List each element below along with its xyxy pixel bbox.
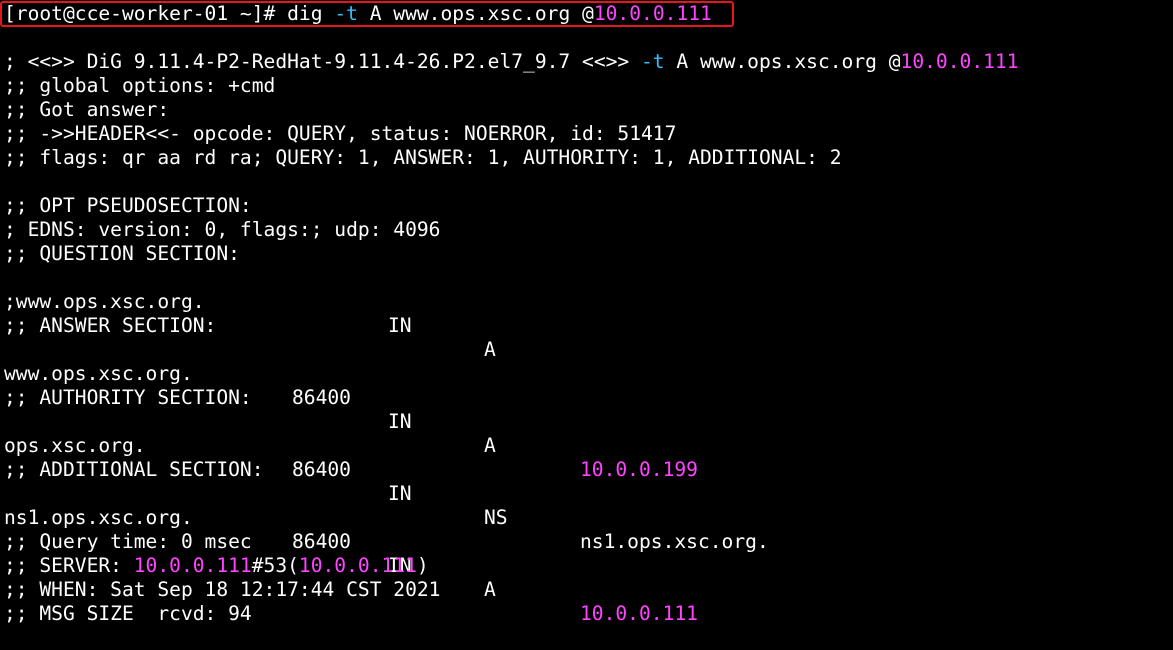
authority-ttl: 86400 <box>292 458 351 481</box>
question-section-title: ;; QUESTION SECTION: <box>4 242 240 265</box>
flags-line: ;; flags: qr aa rd ra; QUERY: 1, ANSWER:… <box>4 146 842 169</box>
server-prefix: ;; SERVER: <box>4 554 134 577</box>
command-server-ip: 10.0.0.111 <box>593 2 712 25</box>
command-args: A www.ops.xsc.org @ <box>357 2 594 25</box>
command-line: [root@cce-worker-01 ~]# dig -t A www.ops… <box>4 2 712 26</box>
edns-line: ; EDNS: version: 0, flags:; udp: 4096 <box>4 218 441 241</box>
server-line: ;; SERVER: 10.0.0.111#53(10.0.0.111) <box>4 554 429 578</box>
authority-section-title: ;; AUTHORITY SECTION: <box>4 386 252 409</box>
dig-banner: ; <<>> DiG 9.11.4-P2-RedHat-9.11.4-26.P2… <box>4 50 1019 74</box>
banner-flag: -t <box>641 50 665 73</box>
answer-ttl: 86400 <box>292 386 351 409</box>
answer-record-row: www.ops.xsc.org. 86400 IN A 10.0.0.199 <box>0 338 1173 481</box>
banner-server-ip: 10.0.0.111 <box>900 50 1019 73</box>
question-class: IN <box>388 314 412 337</box>
authority-record-row: ops.xsc.org. 86400 IN NS ns1.ops.xsc.org… <box>0 410 1173 553</box>
global-options-line: ;; global options: +cmd <box>4 74 276 97</box>
authority-name: ops.xsc.org. <box>4 434 146 457</box>
server-close-paren: ) <box>416 554 429 577</box>
answer-section-title: ;; ANSWER SECTION: <box>4 314 217 337</box>
additional-type: A <box>484 578 496 601</box>
opt-section-title: ;; OPT PSEUDOSECTION: <box>4 194 252 217</box>
additional-value: 10.0.0.111 <box>580 602 698 625</box>
shell-prompt: [root@cce-worker-01 ~]# <box>4 2 288 25</box>
command-flag: -t <box>334 2 358 25</box>
server-ip: 10.0.0.111 <box>133 554 252 577</box>
command-name: dig <box>287 2 335 25</box>
additional-name: ns1.ops.xsc.org. <box>4 506 193 529</box>
additional-ttl: 86400 <box>292 530 351 553</box>
additional-record-row: ns1.ops.xsc.org. 86400 IN A 10.0.0.111 <box>0 482 1173 625</box>
server-port: #53( <box>251 554 299 577</box>
answer-type: A <box>484 434 496 457</box>
server-ip-repeat: 10.0.0.111 <box>298 554 417 577</box>
answer-value: 10.0.0.199 <box>580 458 698 481</box>
header-opcode-line: ;; ->>HEADER<<- opcode: QUERY, status: N… <box>4 122 677 145</box>
question-record-row: ;www.ops.xsc.org. IN A <box>0 266 1173 361</box>
msg-size-line: ;; MSG SIZE rcvd: 94 <box>4 602 252 625</box>
authority-value: ns1.ops.xsc.org. <box>580 530 769 553</box>
got-answer-line: ;; Got answer: <box>4 98 170 121</box>
answer-name: www.ops.xsc.org. <box>4 362 193 385</box>
question-name: ;www.ops.xsc.org. <box>4 290 205 313</box>
authority-type: NS <box>484 506 508 529</box>
additional-section-title: ;; ADDITIONAL SECTION: <box>4 458 264 481</box>
when-line: ;; WHEN: Sat Sep 18 12:17:44 CST 2021 <box>4 578 441 601</box>
terminal-window[interactable]: [root@cce-worker-01 ~]# dig -t A www.ops… <box>0 0 1173 641</box>
query-time-line: ;; Query time: 0 msec <box>4 530 252 553</box>
banner-args: A www.ops.xsc.org @ <box>664 50 901 73</box>
banner-prefix: ; <<>> DiG 9.11.4-P2-RedHat-9.11.4-26.P2… <box>4 50 642 73</box>
